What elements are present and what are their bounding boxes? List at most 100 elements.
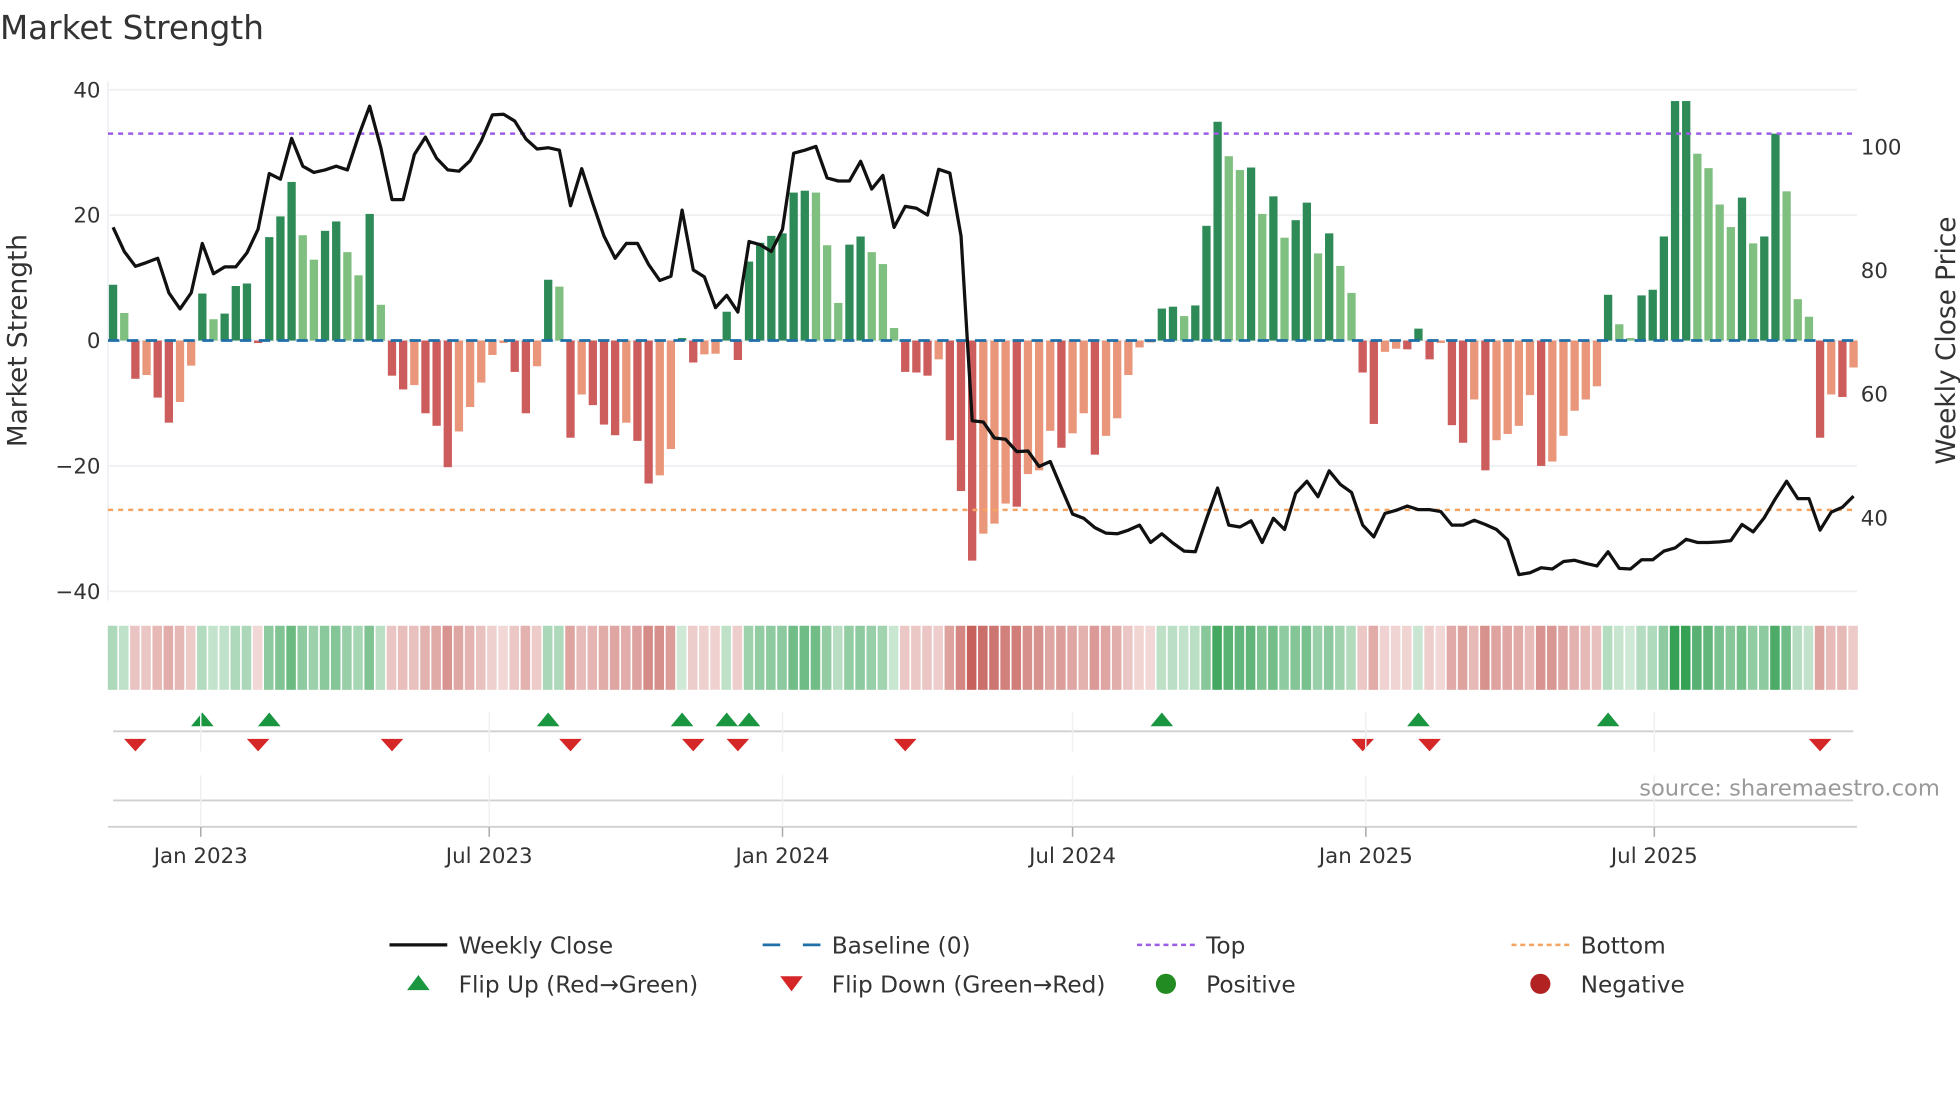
strength-bar (1046, 340, 1055, 431)
strength-bar (298, 235, 307, 341)
strength-bar (1101, 340, 1111, 436)
strip-cell (263, 625, 274, 690)
strength-bar (343, 252, 352, 341)
strip-cell (442, 625, 453, 690)
strip-cell (754, 625, 765, 690)
strip-cell (1178, 625, 1189, 690)
strength-bar (744, 261, 754, 341)
flip-down-marker (1418, 738, 1441, 752)
strength-bar (1269, 196, 1278, 341)
strip-cell (598, 625, 609, 690)
strip-cell (531, 625, 542, 690)
strength-bar (945, 340, 954, 441)
strength-bar (1291, 220, 1300, 341)
strength-bar (845, 244, 854, 341)
strip-cell (911, 625, 921, 690)
strip-cell (174, 625, 185, 690)
strength-bar (1068, 340, 1077, 434)
strip-cell (420, 625, 430, 690)
legend-label: Top (1205, 933, 1245, 960)
strip-cell (1089, 625, 1100, 690)
strip-cell (1234, 625, 1245, 690)
legend-label: Weekly Close (459, 933, 614, 960)
strength-bar (164, 340, 174, 423)
strength-bar (1313, 253, 1323, 341)
strip-cell (1625, 625, 1635, 690)
strength-bar (1537, 340, 1546, 466)
strip-cell (1201, 625, 1211, 690)
strength-bar (320, 230, 330, 341)
strip-cell (252, 625, 263, 690)
strength-bar (1793, 299, 1802, 341)
strip-cell (944, 625, 955, 690)
strip-cell (319, 625, 330, 690)
strength-bar (1224, 156, 1233, 341)
strength-bar (1001, 340, 1010, 504)
strength-bar (811, 192, 821, 341)
strip-cell (1134, 625, 1144, 690)
strip-cell (409, 625, 419, 690)
strength-bar (1615, 324, 1624, 341)
strip-cell (922, 625, 932, 690)
strength-bar (800, 190, 809, 341)
strength-bar (1012, 340, 1021, 507)
legend-label: Negative (1581, 972, 1685, 999)
strip-cell (1245, 625, 1256, 690)
strip-cell (866, 625, 877, 690)
left-tick-label: −40 (55, 580, 100, 605)
strength-bar (1782, 191, 1791, 341)
flip-down-marker (1351, 738, 1374, 752)
strength-bar (610, 340, 620, 436)
strip-cell (1725, 625, 1736, 690)
strip-cell (1223, 625, 1234, 690)
strength-bar (1280, 237, 1289, 341)
strength-bar (1458, 340, 1468, 443)
strength-bar (421, 340, 430, 414)
strip-cell (1446, 625, 1457, 690)
x-tick-label: Jul 2025 (1609, 844, 1698, 869)
flip-up-marker (536, 712, 560, 727)
strip-cell (1190, 625, 1200, 690)
strip-cell (130, 625, 140, 690)
strip-cell (1759, 625, 1769, 690)
strip-cell (475, 625, 486, 690)
strip-cell (1167, 625, 1178, 690)
strip-cell (520, 625, 531, 690)
strength-bar (1470, 340, 1479, 400)
strength-bar (1514, 340, 1523, 426)
legend-item-flip_up: Flip Up (Red→Green) (407, 972, 698, 999)
strip-cell (665, 625, 676, 690)
strength-bar (1347, 292, 1356, 341)
strength-bar (1358, 340, 1367, 373)
strip-cell (542, 625, 553, 690)
strip-cell (1123, 625, 1133, 690)
strength-bar (1191, 305, 1200, 341)
strip-cell (185, 625, 196, 690)
strip-cell (1044, 625, 1055, 690)
strip-cell (609, 625, 620, 690)
strip-cell (297, 625, 308, 690)
strip-cell (118, 625, 129, 690)
strength-bar (131, 340, 140, 379)
strip-cell (1468, 625, 1479, 690)
legend-label: Baseline (0) (832, 933, 971, 960)
legend: Weekly Close Baseline (0) Top Bottom Flip Up… (389, 933, 1685, 999)
strength-bar (566, 340, 575, 438)
strength-bar (1202, 225, 1211, 341)
strength-bar (1838, 340, 1847, 397)
flip-down-marker (681, 738, 705, 752)
right-tick-label: 60 (1861, 383, 1888, 408)
x-tick-label: Jan 2025 (1317, 844, 1413, 869)
strength-bar (1827, 340, 1836, 395)
strength-bar (1737, 197, 1747, 341)
strip-cell (576, 625, 586, 690)
strip-cell (1078, 625, 1089, 690)
strip-cell (1379, 625, 1390, 690)
strip-cell (687, 625, 698, 690)
flip-up-marker (191, 712, 214, 727)
strength-bar (956, 340, 966, 492)
strength-bar (655, 340, 664, 476)
strip-cell (1837, 625, 1847, 690)
strip-cell (386, 625, 397, 690)
strength-bar (432, 340, 441, 426)
